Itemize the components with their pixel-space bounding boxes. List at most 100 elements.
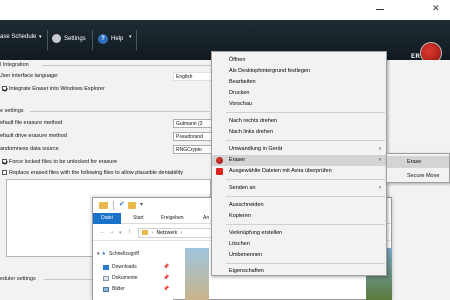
chevron-right-icon: › [379, 146, 381, 152]
default-drive-method-select[interactable]: Pseudorand [173, 132, 213, 141]
default-drive-method-label: efault drive erasure method [0, 133, 67, 139]
checkmark-icon[interactable]: ✔ [119, 200, 125, 208]
randomness-source-select[interactable]: RNGCrypto [173, 145, 213, 154]
menu-separator [226, 224, 385, 225]
close-icon[interactable]: ✕ [432, 3, 440, 14]
chevron-down-icon: ▾ [97, 251, 100, 257]
menu-item-label: Drucken [229, 90, 250, 96]
menu-item-rename[interactable]: Umbenennen [212, 250, 386, 261]
submenu-item-secure-move[interactable]: Secure Move [387, 170, 449, 182]
menu-item-label: Verknüpfung erstellen [229, 230, 283, 236]
replace-files-checkbox[interactable]: Replace erased files with the following … [2, 170, 183, 176]
menu-item-create-shortcut[interactable]: Verknüpfung erstellen [212, 228, 386, 239]
minimize-icon[interactable] [376, 9, 384, 10]
nav-item-quick-access[interactable]: ▾ ★ Schnellzugriff [97, 251, 139, 257]
context-menu: Öffnen Als Desktophintergrund festlegen … [211, 51, 387, 276]
menu-item-print[interactable]: Drucken [212, 88, 386, 99]
menu-item-edit[interactable]: Bearbeiten [212, 77, 386, 88]
section-integration-title: l Integration [0, 62, 29, 68]
menu-item-eraser[interactable]: Eraser › [212, 155, 386, 166]
checkbox-checked-icon [2, 159, 7, 165]
submenu-item-erase[interactable]: Erase [387, 156, 449, 168]
pin-icon: 📌 [163, 286, 170, 292]
tab-file-label: Datei [101, 215, 113, 221]
menu-item-label: Umbenennen [229, 252, 263, 258]
default-file-method-value: Gutmann (3 [176, 121, 203, 127]
submenu-item-label: Erase [407, 159, 422, 165]
nav-item-downloads[interactable]: Downloads [103, 264, 137, 270]
section-divider [42, 65, 212, 66]
chevron-down-icon[interactable]: ▾ [129, 34, 132, 40]
menu-item-avira-scan[interactable]: Ausgewählte Dateien mit Avira überprüfen [212, 166, 386, 177]
help-button[interactable]: ? Help [98, 34, 123, 44]
settings-button[interactable]: Settings [52, 34, 86, 43]
window-title-bar: ✕ [0, 0, 450, 20]
submenu-item-label: Secure Move [407, 173, 440, 179]
chevron-down-icon[interactable]: ▾ [140, 201, 143, 208]
menu-item-rotate-right[interactable]: Nach rechts drehen [212, 116, 386, 127]
menu-item-properties[interactable]: Eigenschaften [212, 266, 386, 277]
navigation-pane: ▾ ★ Schnellzugriff Downloads 📌 Dokumente… [93, 244, 173, 300]
nav-item-label: Bilder [112, 286, 125, 292]
settings-label: Settings [64, 35, 86, 42]
folder-icon [142, 230, 148, 236]
tab-view[interactable]: An [203, 215, 209, 221]
section-erase-title: e settings [0, 108, 24, 114]
integrate-explorer-checkbox[interactable]: Integrate Eraser into Windows Explorer [2, 86, 105, 92]
pin-icon: 📌 [163, 275, 170, 281]
ui-language-select[interactable]: English [173, 72, 213, 81]
chevron-right-icon: › [379, 157, 381, 163]
default-file-method-select[interactable]: Gutmann (3 [173, 119, 213, 128]
checkbox-unchecked-icon [2, 170, 7, 176]
folder-icon[interactable] [128, 202, 136, 209]
nav-item-pictures[interactable]: Bilder [103, 286, 125, 292]
download-icon [103, 264, 109, 270]
toolbar-separator [47, 30, 48, 50]
document-icon [103, 275, 109, 281]
chevron-down-icon[interactable]: ▾ [39, 34, 42, 40]
star-icon: ★ [101, 251, 106, 257]
menu-item-label: Vorschau [229, 101, 252, 107]
menu-item-set-desktop-background[interactable]: Als Desktophintergrund festlegen [212, 66, 386, 77]
section-divider [30, 111, 210, 112]
menu-item-label: Nach links drehen [229, 129, 274, 135]
tab-share[interactable]: Freigeben [161, 215, 184, 221]
eraser-submenu: Erase Secure Move [386, 153, 450, 183]
menu-item-rotate-left[interactable]: Nach links drehen [212, 127, 386, 138]
menu-item-delete[interactable]: Löschen [212, 239, 386, 250]
tab-file[interactable]: Datei [93, 213, 121, 224]
pictures-icon [103, 286, 109, 292]
erase-schedule-button[interactable]: ase Schedule [0, 34, 36, 40]
default-file-method-label: efault file erasure method [0, 120, 63, 126]
eraser-icon [216, 157, 223, 164]
menu-separator [226, 140, 385, 141]
menu-item-label: Ausschneiden [229, 202, 264, 208]
menu-item-label: Ausgewählte Dateien mit Avira überprüfen [229, 168, 332, 174]
randomness-source-label: andomness data source [0, 146, 59, 152]
settings-icon [52, 34, 61, 43]
up-arrow-icon[interactable]: ↑ [128, 229, 131, 235]
erase-schedule-label: ase Schedule [0, 34, 37, 40]
menu-item-preview[interactable]: Vorschau [212, 99, 386, 110]
back-arrow-icon[interactable]: ← [99, 229, 105, 235]
tab-start[interactable]: Start [133, 215, 144, 221]
menu-item-cut[interactable]: Ausschneiden [212, 200, 386, 211]
replace-files-label: Replace erased files with the following … [9, 170, 183, 176]
forward-arrow-icon[interactable]: → [109, 229, 115, 235]
force-unlock-checkbox[interactable]: Force locked files to be unlocked for er… [2, 159, 117, 165]
menu-item-label: Bearbeiten [229, 79, 256, 85]
nav-item-label: Schnellzugriff [109, 251, 139, 257]
nav-item-label: Downloads [112, 264, 137, 270]
menu-item-label: Als Desktophintergrund festlegen [229, 68, 311, 74]
chevron-down-icon[interactable]: ▾ [119, 230, 122, 236]
pin-icon: 📌 [163, 264, 170, 270]
image-thumbnail[interactable] [185, 248, 209, 300]
menu-item-open[interactable]: Öffnen [212, 55, 386, 66]
tab-view-label: An [203, 215, 210, 221]
address-value: Netzwerk [156, 230, 178, 236]
menu-item-cast-to-device[interactable]: Umwandlung in Gerät › [212, 144, 386, 155]
menu-item-send-to[interactable]: Senden an › [212, 183, 386, 194]
menu-item-copy[interactable]: Kopieren [212, 211, 386, 222]
nav-item-documents[interactable]: Dokumente [103, 275, 138, 281]
checkbox-checked-icon [2, 86, 7, 92]
